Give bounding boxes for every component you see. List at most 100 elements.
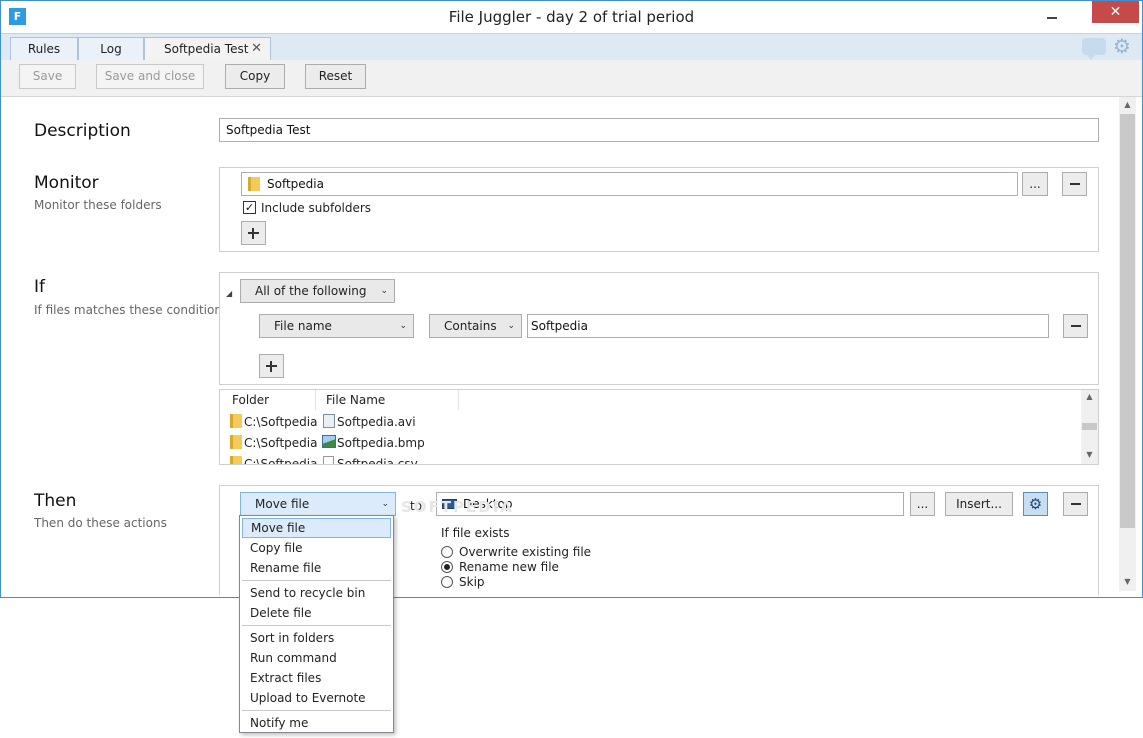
title-bar[interactable]: F File Juggler - day 2 of trial period ✕	[1, 1, 1142, 33]
monitor-folder-field[interactable]: Softpedia	[241, 172, 1018, 196]
settings-gear-icon[interactable]: ⚙	[1113, 34, 1131, 58]
menu-item-rename-file[interactable]: Rename file	[242, 558, 391, 578]
chevron-down-icon: ⌄	[380, 286, 388, 296]
condition-field-select[interactable]: File name ⌄	[259, 314, 414, 338]
condition-group-value: All of the following	[255, 284, 367, 298]
tab-softpedia-test[interactable]: Softpedia Test ✕	[144, 37, 271, 61]
row-folder: C:\Softpedia	[244, 457, 318, 465]
monitor-panel: Softpedia ... ✓ Include subfolders	[219, 167, 1099, 252]
tab-label: Rules	[27, 42, 61, 56]
row-file-name: Softpedia.csv	[337, 457, 418, 465]
remove-monitor-folder-button[interactable]	[1062, 172, 1087, 196]
action-dropdown-menu[interactable]: Move file Copy file Rename file Send to …	[239, 515, 394, 733]
watermark: SOFTPEDIA	[401, 498, 514, 516]
app-window: F File Juggler - day 2 of trial period ✕…	[0, 0, 1143, 598]
matching-files-list[interactable]: Folder File Name C:\Softpedia Softpedia.…	[219, 389, 1099, 465]
menu-item-extract-files[interactable]: Extract files	[242, 668, 391, 688]
scroll-down-arrow-icon[interactable]: ▼	[1119, 577, 1136, 586]
folder-icon	[230, 414, 242, 428]
scroll-up-arrow-icon[interactable]: ▲	[1119, 100, 1136, 109]
chevron-down-icon: ⌄	[399, 321, 407, 331]
menu-item-upload-to-evernote[interactable]: Upload to Evernote	[242, 688, 391, 708]
condition-group-select[interactable]: All of the following ⌄	[240, 279, 395, 303]
row-folder: C:\Softpedia	[244, 436, 318, 450]
folder-icon	[230, 435, 242, 449]
tab-rules[interactable]: Rules	[10, 37, 78, 61]
condition-value-input[interactable]: Softpedia	[527, 314, 1049, 338]
rename-radio[interactable]	[441, 561, 453, 573]
description-input[interactable]: Softpedia Test	[219, 118, 1099, 142]
list-scrollbar[interactable]: ▲ ▼	[1081, 390, 1098, 464]
skip-radio[interactable]	[441, 576, 453, 588]
save-button[interactable]: Save	[19, 64, 76, 89]
reset-button[interactable]: Reset	[305, 64, 366, 89]
menu-separator	[242, 710, 391, 711]
condition-operator-select[interactable]: Contains ⌄	[429, 314, 522, 338]
image-file-icon	[322, 435, 336, 448]
scrollbar-thumb[interactable]	[1120, 114, 1135, 528]
copy-button[interactable]: Copy	[225, 64, 285, 89]
menu-item-delete-file[interactable]: Delete file	[242, 603, 391, 623]
menu-item-sort-in-folders[interactable]: Sort in folders	[242, 628, 391, 648]
action-select[interactable]: Move file ⌄	[240, 492, 396, 516]
folder-icon	[248, 177, 260, 191]
row-file-name: Softpedia.avi	[337, 415, 416, 429]
toolbar: Save Save and close Copy Reset	[1, 60, 1142, 97]
rename-label: Rename new file	[459, 560, 559, 574]
menu-item-notify-me[interactable]: Notify me	[242, 713, 391, 733]
menu-separator	[242, 625, 391, 626]
description-heading: Description	[34, 121, 131, 141]
conditions-panel: ◢ All of the following ⌄ File name ⌄ Con…	[219, 272, 1099, 385]
tab-close-icon[interactable]: ✕	[251, 38, 262, 60]
main-scrollbar[interactable]: ▲ ▼	[1119, 97, 1136, 591]
chevron-down-icon: ⌄	[507, 321, 515, 331]
add-monitor-folder-button[interactable]	[241, 221, 266, 245]
tab-label: Softpedia Test	[164, 42, 249, 56]
window-title: File Juggler - day 2 of trial period	[448, 8, 695, 26]
then-heading: Then	[34, 491, 77, 511]
condition-field-value: File name	[274, 319, 332, 333]
monitor-heading: Monitor	[34, 173, 99, 193]
collapse-triangle-icon[interactable]: ◢	[226, 289, 232, 298]
column-header-file-name[interactable]: File Name	[316, 390, 459, 410]
column-header-folder[interactable]: Folder	[222, 390, 316, 410]
row-folder: C:\Softpedia	[244, 415, 318, 429]
overwrite-label: Overwrite existing file	[459, 545, 592, 559]
scroll-up-arrow-icon[interactable]: ▲	[1081, 392, 1098, 401]
remove-action-button[interactable]	[1063, 492, 1088, 516]
scrollbar-thumb[interactable]	[1082, 423, 1097, 430]
menu-item-move-file[interactable]: Move file	[242, 518, 391, 538]
close-window-button[interactable]: ✕	[1092, 1, 1139, 23]
include-subfolders-label: Include subfolders	[261, 201, 372, 215]
if-heading: If	[34, 277, 45, 297]
menu-item-copy-file[interactable]: Copy file	[242, 538, 391, 558]
tab-log[interactable]: Log	[78, 37, 144, 61]
destination-browse-button[interactable]: ...	[910, 492, 935, 516]
folder-icon	[230, 456, 242, 464]
monitor-folder-value: Softpedia	[267, 177, 324, 191]
list-item[interactable]: C:\Softpedia Softpedia.csv	[220, 453, 1080, 465]
overwrite-radio[interactable]	[441, 546, 453, 558]
tab-strip: Rules Log Softpedia Test ✕ ⚙	[1, 33, 1142, 61]
scroll-down-arrow-icon[interactable]: ▼	[1081, 450, 1098, 459]
insert-button[interactable]: Insert...	[945, 492, 1013, 516]
condition-operator-value: Contains	[444, 319, 497, 333]
monitor-browse-button[interactable]: ...	[1022, 172, 1048, 196]
menu-item-send-to-recycle-bin[interactable]: Send to recycle bin	[242, 583, 391, 603]
document-file-icon	[323, 456, 334, 464]
save-and-close-button[interactable]: Save and close	[96, 64, 204, 89]
chat-icon[interactable]	[1082, 38, 1106, 60]
minimize-button[interactable]	[1041, 5, 1065, 27]
then-subtitle: Then do these actions	[34, 516, 167, 530]
list-item[interactable]: C:\Softpedia Softpedia.bmp	[220, 432, 1080, 453]
include-subfolders-checkbox[interactable]: ✓	[243, 201, 256, 214]
remove-condition-button[interactable]	[1063, 314, 1088, 338]
monitor-subtitle: Monitor these folders	[34, 198, 162, 212]
add-condition-button[interactable]	[259, 354, 284, 378]
menu-item-run-command[interactable]: Run command	[242, 648, 391, 668]
if-subtitle: If files matches these conditions	[34, 303, 229, 317]
chevron-down-icon: ⌄	[381, 499, 389, 509]
action-settings-gear-icon[interactable]: ⚙	[1023, 492, 1048, 516]
action-select-value: Move file	[255, 497, 310, 511]
list-item[interactable]: C:\Softpedia Softpedia.avi	[220, 411, 1080, 432]
